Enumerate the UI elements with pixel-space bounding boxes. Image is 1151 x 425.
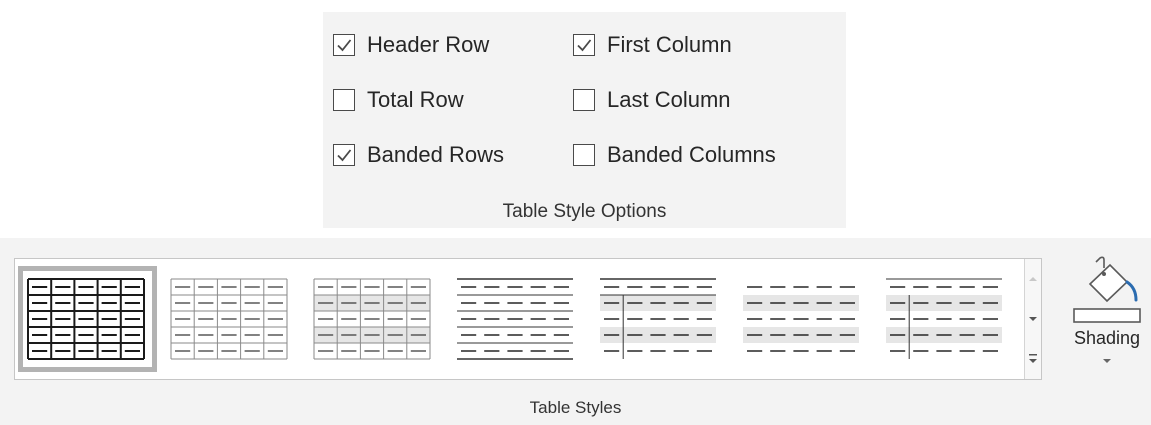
last-column-checkbox[interactable] [573, 89, 595, 111]
table-style-grid[interactable] [18, 266, 157, 372]
total-row-checkbox[interactable] [333, 89, 355, 111]
table-style-preview-icon [170, 278, 288, 360]
table-styles-group: Shading Table Styles [0, 238, 1151, 425]
table-style-preview-icon [457, 278, 573, 360]
total-row-label: Total Row [367, 87, 464, 112]
header-row-checkbox[interactable] [333, 34, 355, 56]
total-row-option[interactable]: Total Row [333, 85, 464, 115]
table-style-preview-icon [743, 286, 859, 352]
first-column-checkbox[interactable] [573, 34, 595, 56]
scroll-up-icon [1029, 277, 1037, 281]
table-style-grid-banded-shaded[interactable] [304, 266, 443, 372]
table-style-preview-icon [886, 278, 1002, 359]
scroll-down-button[interactable] [1025, 299, 1041, 339]
shading-label: Shading [1073, 328, 1141, 348]
checkmark-icon [337, 149, 352, 162]
last-column-label: Last Column [607, 87, 731, 112]
checkmark-icon [337, 39, 352, 52]
banded-columns-checkbox[interactable] [573, 144, 595, 166]
checkmark-icon [577, 39, 592, 52]
shading-button[interactable]: Shading [1064, 256, 1150, 386]
banded-columns-label: Banded Columns [607, 142, 776, 167]
banded-columns-option[interactable]: Banded Columns [573, 140, 776, 170]
header-row-option[interactable]: Header Row [333, 30, 489, 60]
table-styles-title: Table Styles [529, 398, 622, 417]
banded-rows-label: Banded Rows [367, 142, 504, 167]
first-column-option[interactable]: First Column [573, 30, 732, 60]
last-column-option[interactable]: Last Column [573, 85, 731, 115]
table-style-options-title: Table Style Options [502, 201, 667, 222]
chevron-down-icon [1103, 359, 1111, 363]
table-style-preview-icon [600, 278, 716, 359]
table-style-banded-first-column-plain[interactable] [876, 266, 1015, 372]
paint-bucket-icon [1073, 256, 1141, 323]
banded-rows-checkbox[interactable] [333, 144, 355, 166]
gallery-scrollbar [1024, 259, 1041, 379]
table-style-options-group: Header Row First Column Total Row Last C… [323, 12, 846, 228]
more-styles-button[interactable] [1025, 339, 1041, 379]
table-style-horizontal-lines[interactable] [447, 266, 586, 372]
scroll-up-button[interactable] [1025, 259, 1041, 299]
table-style-plain-grid-light[interactable] [161, 266, 300, 372]
scroll-down-icon [1029, 317, 1037, 321]
header-row-label: Header Row [367, 32, 490, 57]
table-style-preview-icon [313, 278, 431, 360]
table-style-banded-first-column-lines[interactable] [590, 266, 729, 372]
table-style-preview-icon [27, 278, 145, 360]
first-column-label: First Column [607, 32, 732, 57]
banded-rows-option[interactable]: Banded Rows [333, 140, 504, 170]
more-styles-icon [1029, 354, 1037, 363]
table-style-banded-rows-plain[interactable] [733, 266, 872, 372]
table-styles-gallery [14, 258, 1042, 380]
